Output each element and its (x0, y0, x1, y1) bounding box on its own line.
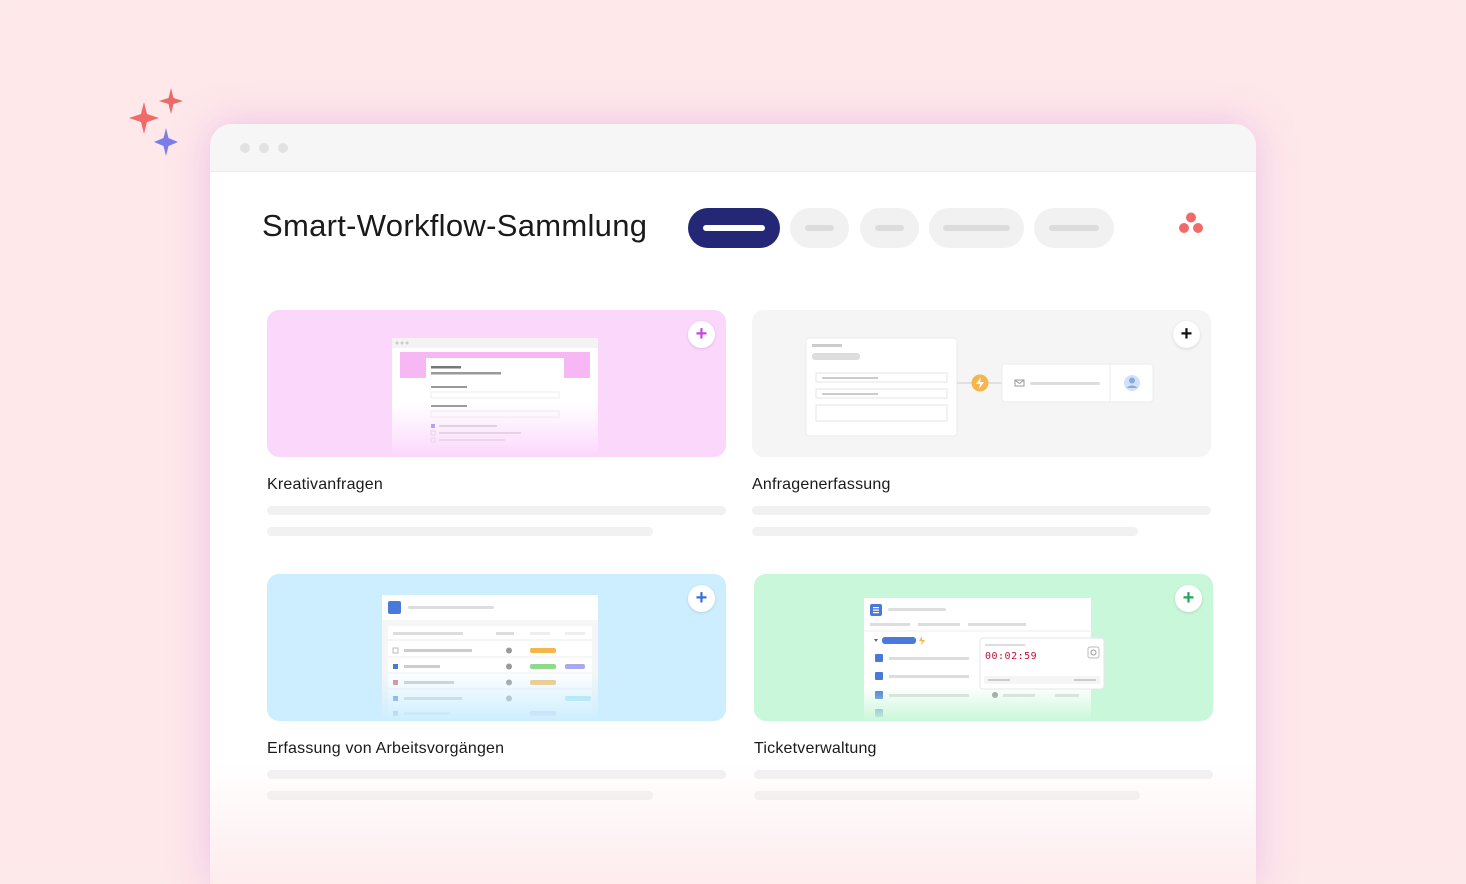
table-preview (382, 595, 598, 721)
tab-1[interactable] (688, 208, 780, 248)
card-image-anfragenerfassung[interactable]: + (752, 310, 1211, 457)
card-title-ticketverwaltung: Ticketverwaltung (754, 740, 877, 757)
asana-logo-icon (1179, 212, 1203, 233)
card-image-kreativanfragen[interactable]: + (267, 310, 726, 457)
plus-icon[interactable]: + (1175, 585, 1202, 612)
timer-display: 00:02:59 (985, 651, 1038, 662)
browser-window: Smart-Workflow-Sammlung + Kreativanfrage… (210, 124, 1256, 884)
plus-icon[interactable]: + (688, 321, 715, 348)
skeleton-line (752, 506, 1211, 515)
skeleton-line (752, 527, 1138, 536)
tab-3[interactable] (860, 208, 919, 248)
card-title-kreativanfragen: Kreativanfragen (267, 476, 383, 493)
card-title-arbeitsvorgaenge: Erfassung von Arbeitsvorgängen (267, 740, 505, 757)
plus-icon[interactable]: + (688, 585, 715, 612)
window-dot (240, 143, 250, 153)
tab-2[interactable] (790, 208, 849, 248)
workflow-preview (805, 337, 1154, 437)
page-title: Smart-Workflow-Sammlung (262, 208, 648, 243)
card-title-anfragenerfassung: Anfragenerfassung (752, 476, 891, 493)
tab-5[interactable] (1034, 208, 1114, 248)
window-titlebar (210, 124, 1256, 172)
bottom-fade (210, 764, 1256, 884)
tab-4[interactable] (929, 208, 1024, 248)
window-dot (278, 143, 288, 153)
skeleton-line (267, 527, 653, 536)
skeleton-line (267, 506, 726, 515)
sparkles-icon (129, 88, 183, 156)
window-dot (259, 143, 269, 153)
form-preview (392, 338, 598, 457)
card-image-ticketverwaltung[interactable]: 00:02:59 + (754, 574, 1213, 721)
plus-icon[interactable]: + (1173, 321, 1200, 348)
card-image-arbeitsvorgaenge[interactable]: + (267, 574, 726, 721)
